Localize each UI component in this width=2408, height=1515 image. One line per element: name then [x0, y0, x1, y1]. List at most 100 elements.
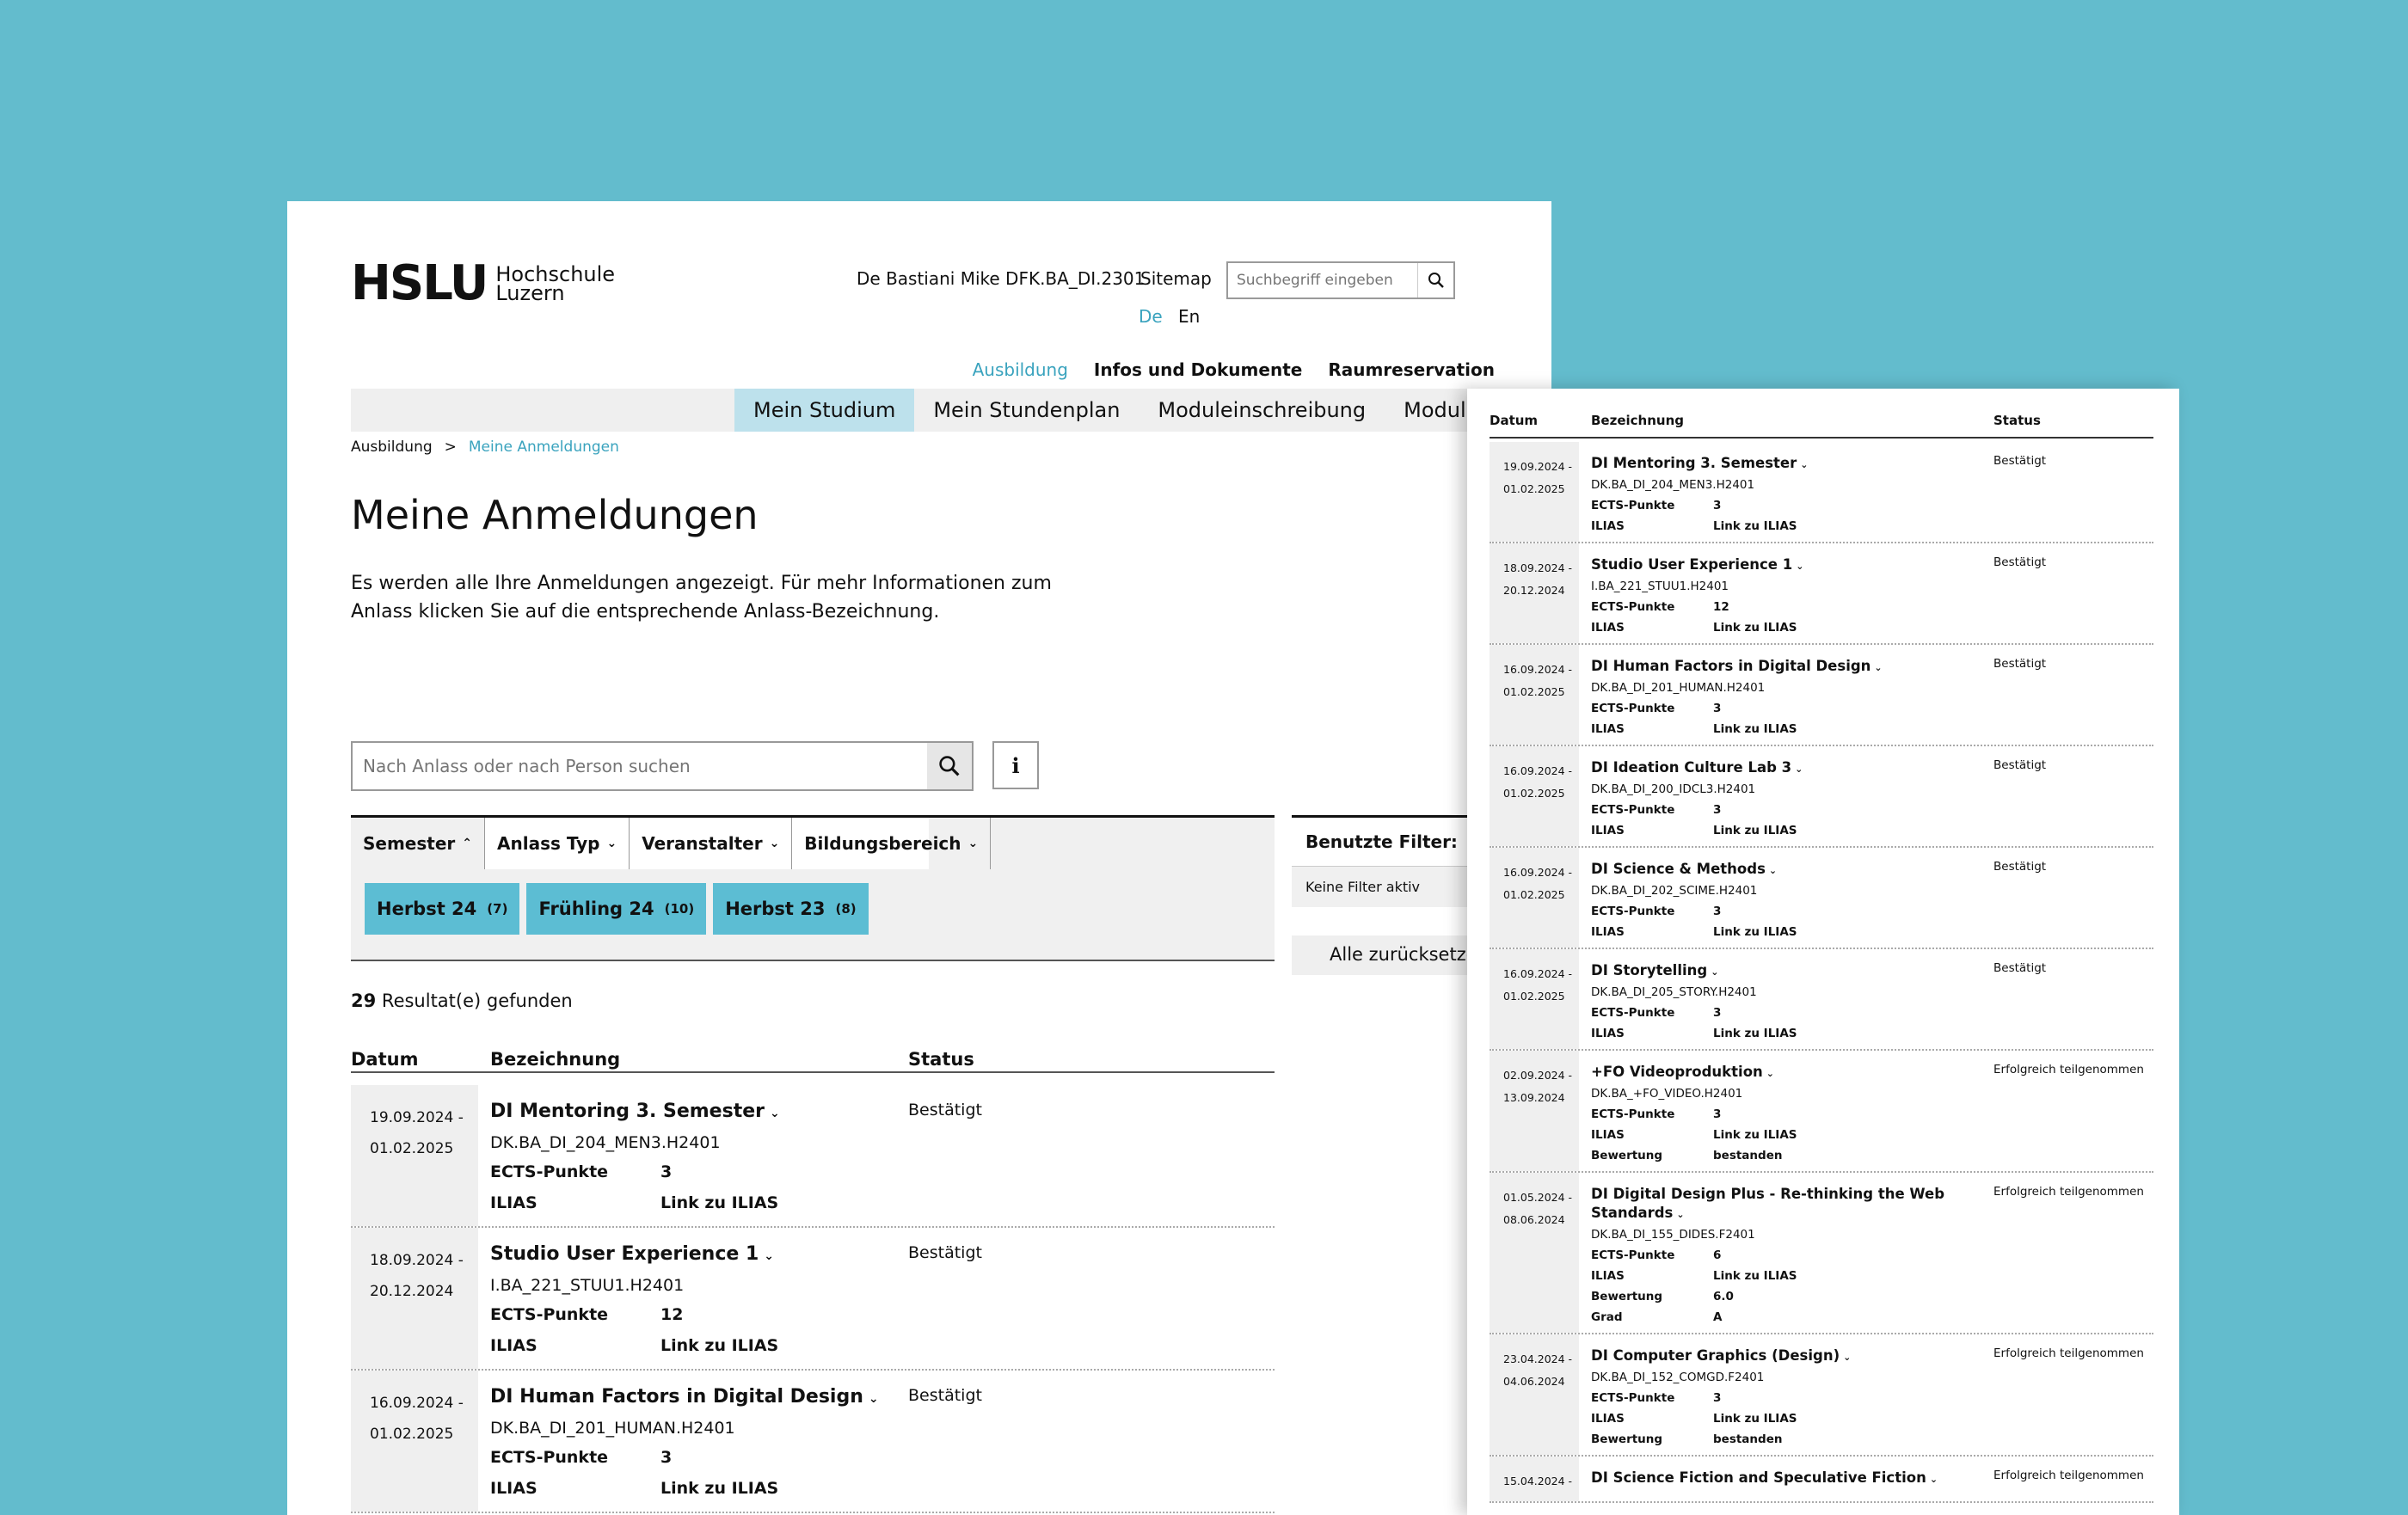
date-start: 16.09.2024 - [370, 1395, 464, 1412]
detail-value[interactable]: Link zu ILIAS [1713, 824, 1797, 837]
chip-herbst-24[interactable]: Herbst 24 (7) [365, 883, 520, 935]
overlay-mobile-panel: Datum Bezeichnung Status 19.09.2024 - 01.… [1467, 389, 2179, 1515]
table-row: 23.04.2024 - 04.06.2024 DI Computer Graphi… [1490, 1334, 2153, 1457]
event-title-text: +FO Videoproduktion [1591, 1064, 1763, 1080]
ects-value: 12 [660, 1305, 684, 1324]
hslu-logo[interactable]: HSLU Hochschule Luzern [351, 260, 615, 308]
event-title[interactable]: DI Storytelling ⌄ [1591, 961, 1969, 982]
detail-value: 6.0 [1713, 1290, 1734, 1303]
detail-label: ECTS-Punkte [1591, 1248, 1675, 1262]
event-title[interactable]: Studio User Experience 1 ⌄ [490, 1243, 774, 1265]
detail-field: ECTS-Punkte 12 [1591, 600, 1969, 614]
lang-de[interactable]: De [1139, 306, 1163, 327]
detail-field: Bewertung bestanden [1591, 1149, 1969, 1162]
row-body: DI Storytelling ⌄ DK.BA_DI_205_STORY.H2401… [1591, 949, 1969, 1049]
info-button[interactable]: i [992, 741, 1039, 789]
event-title[interactable]: DI Human Factors in Digital Design ⌄ [1591, 657, 1969, 678]
sitemap-link[interactable]: Sitemap [1140, 268, 1212, 289]
detail-value[interactable]: Link zu ILIAS [1713, 722, 1797, 736]
status-badge: Erfolgreich teilgenommen [1993, 1469, 2144, 1482]
event-title-text: DI Human Factors in Digital Design [1591, 658, 1871, 674]
breadcrumb-root[interactable]: Ausbildung [351, 439, 433, 456]
event-title[interactable]: DI Science & Methods ⌄ [1591, 860, 1969, 880]
event-code: DK.BA_DI_152_COMGD.F2401 [1591, 1371, 1765, 1384]
status-badge: Bestätigt [1993, 758, 2047, 772]
page-title: Meine Anmeldungen [351, 492, 759, 538]
event-title[interactable]: DI Science Fiction and Speculative Ficti… [1591, 1469, 1969, 1489]
event-title-text: DI Mentoring 3. Semester [490, 1101, 765, 1122]
chip-herbst-23[interactable]: Herbst 23 (8) [713, 883, 869, 935]
date-start: 18.09.2024 - [370, 1252, 464, 1269]
detail-label: ILIAS [1591, 722, 1625, 736]
top-nav-ausbildung[interactable]: Ausbildung [973, 359, 1068, 380]
event-title[interactable]: DI Computer Graphics (Design) ⌄ [1591, 1346, 1969, 1367]
detail-value: 3 [1713, 905, 1722, 918]
detail-field: ILIAS Link zu ILIAS [1591, 1027, 1969, 1040]
user-name[interactable]: De Bastiani Mike DFK.BA_DI.2301 [857, 268, 1145, 289]
detail-value[interactable]: Link zu ILIAS [1713, 1269, 1797, 1283]
header-search-input[interactable] [1228, 263, 1417, 297]
column-status: Status [908, 1049, 974, 1070]
row-date: 16.09.2024 - 01.02.2025 [351, 1371, 478, 1512]
results-table: 19.09.2024 - 01.02.2025 DI Mentoring 3. S… [351, 1085, 1275, 1513]
detail-label: ECTS-Punkte [1591, 499, 1675, 512]
event-code: DK.BA_DI_204_MEN3.H2401 [490, 1133, 721, 1152]
detail-value[interactable]: Link zu ILIAS [1713, 1412, 1797, 1426]
event-title-text: Studio User Experience 1 [490, 1243, 759, 1265]
ilias-label: ILIAS [490, 1193, 538, 1212]
detail-field: ILIAS Link zu ILIAS [1591, 824, 1969, 837]
event-title[interactable]: DI Ideation Culture Lab 3 ⌄ [1591, 758, 1969, 779]
detail-value[interactable]: Link zu ILIAS [1713, 1128, 1797, 1142]
ilias-link[interactable]: Link zu ILIAS [660, 1193, 778, 1212]
event-code: DK.BA_DI_200_IDCL3.H2401 [1591, 782, 1756, 796]
detail-value[interactable]: Link zu ILIAS [1713, 621, 1797, 635]
ilias-field: ILIAS Link zu ILIAS [490, 1479, 778, 1498]
detail-field: ILIAS Link zu ILIAS [1591, 925, 1969, 939]
search-icon [1428, 273, 1444, 288]
chevron-down-icon: ⌄ [1676, 1209, 1685, 1220]
event-code: DK.BA_DI_201_HUMAN.H2401 [490, 1419, 735, 1438]
registration-search-input[interactable] [353, 743, 927, 789]
top-nav-raumreservation[interactable]: Raumreservation [1328, 359, 1495, 380]
detail-field: ILIAS Link zu ILIAS [1591, 1269, 1969, 1283]
date-end: 04.06.2024 [1503, 1375, 1565, 1388]
detail-value: 6 [1713, 1248, 1722, 1262]
filter-tab-bildungsbereich[interactable]: Bildungsbereich ⌄ [792, 818, 992, 869]
event-title[interactable]: Studio User Experience 1 ⌄ [1591, 555, 1969, 576]
tab-moduleinschreibung[interactable]: Moduleinschreibung [1139, 389, 1385, 432]
ilias-link[interactable]: Link zu ILIAS [660, 1479, 778, 1498]
detail-label: ILIAS [1591, 824, 1625, 837]
filter-tab-label: Semester [363, 833, 456, 854]
column-datum: Datum [1490, 413, 1539, 428]
chip-fruehling-24[interactable]: Frühling 24 (10) [526, 883, 707, 935]
filter-tab-anlass-typ[interactable]: Anlass Typ ⌄ [485, 818, 630, 869]
event-title[interactable]: DI Mentoring 3. Semester ⌄ [1591, 454, 1969, 475]
registration-search-button[interactable] [927, 743, 972, 789]
detail-label: Bewertung [1591, 1149, 1663, 1162]
chevron-down-icon: ⌄ [1800, 459, 1809, 470]
event-title[interactable]: DI Digital Design Plus - Re-thinking the… [1591, 1185, 1969, 1224]
row-date: 19.09.2024 - 01.02.2025 [351, 1085, 478, 1226]
event-title[interactable]: DI Human Factors in Digital Design ⌄ [490, 1386, 879, 1408]
event-title[interactable]: DI Mentoring 3. Semester ⌄ [490, 1101, 780, 1122]
lang-en[interactable]: En [1178, 306, 1200, 327]
ilias-link[interactable]: Link zu ILIAS [660, 1336, 778, 1355]
detail-label: ILIAS [1591, 1269, 1625, 1283]
top-nav-infos[interactable]: Infos und Dokumente [1094, 359, 1302, 380]
detail-value: 3 [1713, 1107, 1722, 1121]
filter-tab-semester[interactable]: Semester ⌃ [351, 818, 485, 869]
ects-field: ECTS-Punkte 3 [490, 1162, 672, 1181]
detail-value[interactable]: Link zu ILIAS [1713, 519, 1797, 533]
filter-tab-veranstalter[interactable]: Veranstalter ⌄ [630, 818, 793, 869]
row-body: DI Human Factors in Digital Design ⌄ DK.BA… [1591, 645, 1969, 745]
detail-value[interactable]: Link zu ILIAS [1713, 1027, 1797, 1040]
tab-mein-studium[interactable]: Mein Studium [734, 389, 915, 432]
row-body: DI Mentoring 3. Semester ⌄ DK.BA_DI_204_ME… [1591, 442, 1969, 542]
tab-mein-stundenplan[interactable]: Mein Stundenplan [914, 389, 1139, 432]
detail-value[interactable]: Link zu ILIAS [1713, 925, 1797, 939]
event-title[interactable]: +FO Videoproduktion ⌄ [1591, 1063, 1969, 1083]
filter-tabs: Semester ⌃ Anlass Typ ⌄ Veranstalter ⌄ Bild… [351, 818, 992, 869]
header-search-button[interactable] [1417, 263, 1453, 297]
breadcrumb-current: Meine Anmeldungen [468, 439, 619, 456]
date-end: 08.06.2024 [1503, 1213, 1565, 1226]
